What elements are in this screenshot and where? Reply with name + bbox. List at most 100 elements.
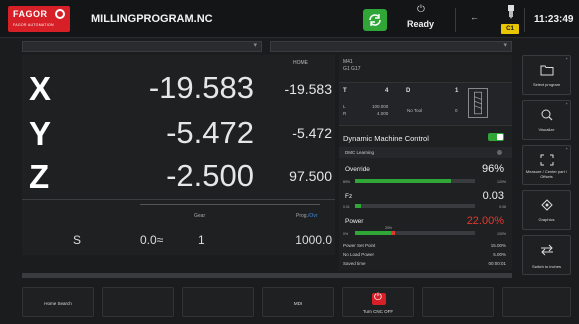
fz-max: 0.06 (499, 205, 506, 209)
chevron-down-icon: ▾ (253, 42, 257, 49)
fz-label: Fz (345, 193, 353, 200)
override-min: 80% (343, 180, 351, 184)
override-bar-fill (355, 179, 451, 183)
prog-label-suffix: /Ovr (307, 213, 318, 219)
axis-value-x[interactable]: -19.583 (114, 70, 254, 106)
fz-value: 0.03 (482, 190, 504, 202)
divider (22, 199, 335, 200)
axis-secondary-z: 97.500 (289, 168, 332, 184)
mdi-label: MDI (293, 301, 303, 306)
cycle-start-button[interactable] (363, 9, 387, 31)
visualize-button[interactable]: + Visualize (522, 100, 571, 140)
clock: 11:23:49 (534, 14, 574, 25)
channel-selector-dropdown[interactable]: ▾ (270, 41, 512, 52)
home-search-button[interactable]: Home Search (22, 287, 94, 317)
cycle-icon (369, 14, 381, 26)
axis-secondary-x: -19.583 (284, 81, 332, 97)
axis-letter-y: Y (29, 115, 52, 152)
dmc-toggle[interactable] (488, 133, 504, 141)
active-g-functions: G1 G17 (343, 66, 361, 72)
select-program-label: Select program (532, 82, 561, 87)
override-value: 96% (481, 163, 504, 175)
status-ready: Ready (407, 19, 435, 29)
divider (524, 8, 525, 32)
softkey-7[interactable] (502, 287, 571, 317)
corner-marker: + (565, 146, 568, 151)
fz-bar[interactable] (355, 204, 475, 208)
corner-marker: + (565, 101, 568, 106)
power-bar[interactable] (355, 231, 475, 235)
top-bar (0, 0, 579, 38)
tool-r-label: R (343, 111, 347, 116)
graphics-icon (541, 199, 553, 211)
channel-badge[interactable]: C1 (501, 24, 519, 34)
tool-d-value: 1 (455, 88, 459, 94)
turn-cnc-off-button[interactable]: Turn CNC OFF (342, 287, 414, 317)
tool-count: 0 (455, 108, 458, 113)
brand-subtitle: FAGOR AUTOMATION (13, 23, 54, 27)
bottom-scroll-strip (22, 273, 512, 278)
saved-time-label: Saved time (343, 261, 366, 266)
power-status-icon: ⏻ (417, 4, 425, 15)
spindle-gear: 1 (198, 233, 205, 247)
power-max: 100% (497, 232, 506, 236)
power-bar-fill (355, 231, 395, 235)
tool-d-label: D (406, 88, 411, 94)
visualize-label: Visualize (538, 127, 555, 132)
spindle-speed: 0.0≈ (140, 233, 164, 247)
fz-min: 0.01 (343, 205, 350, 209)
axis-letter-x: X (29, 70, 52, 107)
power-min: 0% (343, 232, 349, 236)
dmc-label: Dynamic Machine Control (343, 134, 429, 143)
power-off-icon (372, 292, 386, 305)
switch-arrows-icon (541, 244, 553, 256)
folder-icon (540, 65, 554, 76)
dmc-learning-label: DMC Learning (345, 150, 375, 155)
tool-r-value: 4.000 (377, 111, 389, 116)
select-program-button[interactable]: + Select program (522, 55, 571, 95)
switch-to-inches-button[interactable]: Switch to inches (522, 235, 571, 275)
corner-marker: + (565, 56, 568, 61)
magnifier-icon (541, 109, 553, 121)
axis-value-z[interactable]: -2.500 (114, 158, 254, 194)
home-label: HOME (293, 60, 308, 66)
chevron-down-icon: ▾ (503, 42, 507, 49)
drill-tool-icon (468, 88, 488, 118)
prog-label-text: Prog. (296, 213, 308, 219)
no-load-power-value: 5.00% (493, 252, 506, 257)
tool-t-label: T (343, 88, 347, 94)
turn-cnc-off-label: Turn CNC OFF (362, 309, 394, 314)
arrow-left-icon[interactable]: ← (470, 12, 479, 22)
tool-l-label: L (343, 104, 346, 109)
switch-to-inches-label: Switch to inches (532, 264, 561, 269)
softkey-6[interactable] (422, 287, 494, 317)
home-search-label: Home Search (44, 301, 72, 306)
axis-value-y[interactable]: -5.472 (114, 115, 254, 151)
tool-spindle-icon (508, 5, 514, 19)
prog-label: Prog./Ovr (296, 213, 317, 219)
power-setpoint-marker (391, 231, 395, 235)
fagor-logo: FAGOR FAGOR AUTOMATION (8, 6, 70, 32)
override-bar[interactable] (355, 179, 475, 183)
softkey-3[interactable] (182, 287, 254, 317)
no-load-power-label: No Load Power (343, 252, 375, 257)
brand-mark-icon (55, 9, 65, 19)
graphics-label: Graphics (538, 217, 555, 222)
power-label: Power (345, 218, 364, 225)
tool-l-value: 100.000 (372, 104, 389, 109)
spindle-letter: S (73, 233, 82, 247)
graphics-button[interactable]: Graphics (522, 190, 571, 230)
saved-time-value: 00:00:01 (488, 261, 506, 266)
spindle-programmed-value: 1000.0 (295, 233, 332, 247)
power-set-point-value: 15.00% (490, 243, 506, 248)
divider (455, 8, 456, 32)
power-value: 22.00% (466, 215, 504, 227)
program-selector-dropdown[interactable]: ▾ (22, 41, 262, 52)
power-mid-label: 20% (385, 226, 393, 230)
brand-name: FAGOR (13, 9, 48, 19)
mdi-button[interactable]: MDI (262, 287, 334, 317)
measure-center-offsets-button[interactable]: + Measure / Center part / Offsets (522, 145, 571, 185)
tool-t-value: 4 (385, 88, 389, 94)
softkey-2[interactable] (102, 287, 174, 317)
measure-center-offsets-label: Measure / Center part / Offsets (525, 169, 568, 179)
